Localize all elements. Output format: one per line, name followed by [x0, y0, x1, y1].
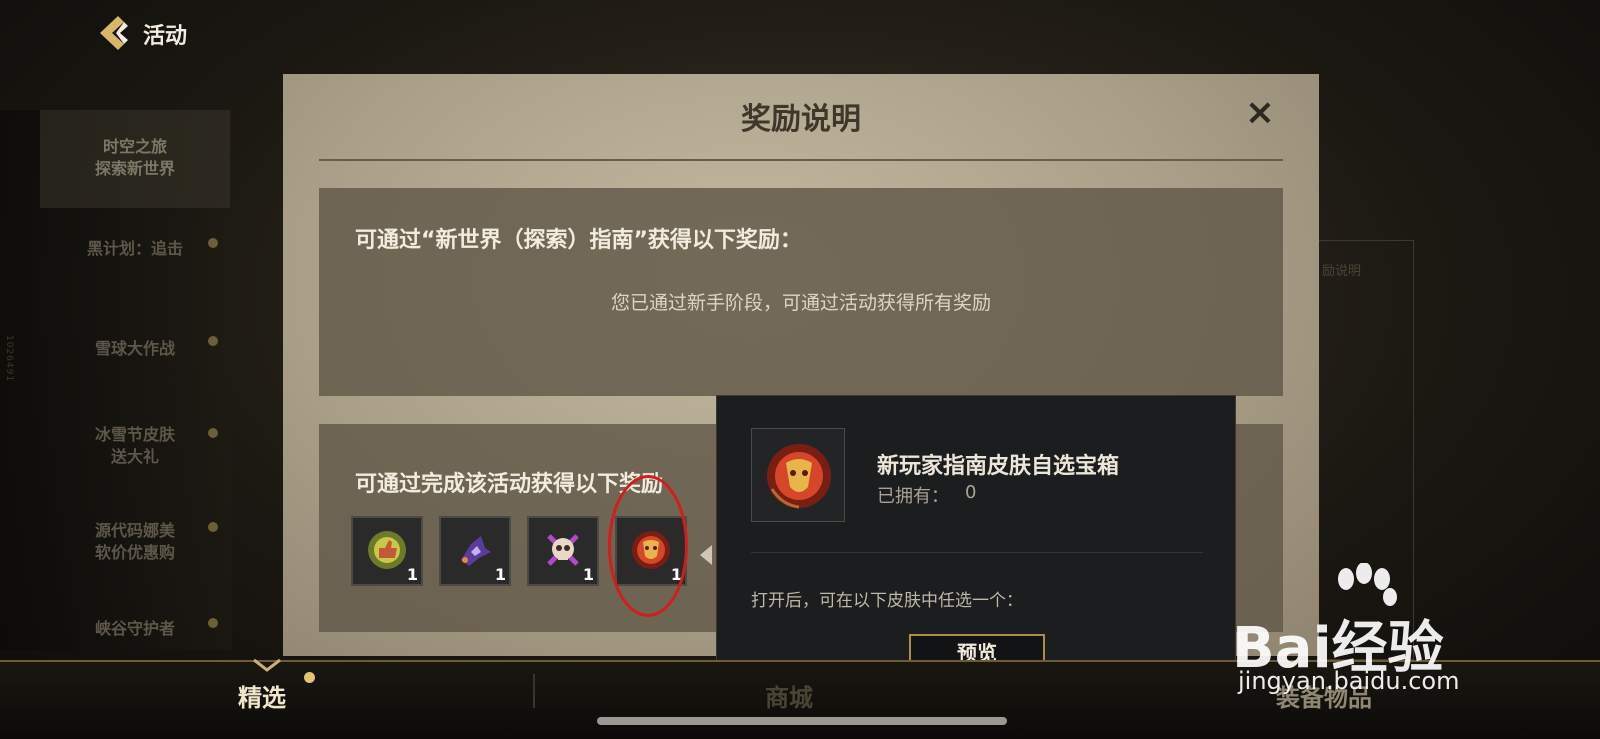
item-name: 新玩家指南皮肤自选宝箱	[877, 454, 1120, 479]
active-tab-chevron-icon	[253, 658, 281, 672]
sidebar-item-nami-discount[interactable]: 源代码娜美 软价优惠购	[40, 520, 230, 564]
home-indicator[interactable]	[597, 717, 1007, 725]
background-label: 励说明	[1322, 264, 1362, 279]
owned-count: 0	[965, 482, 977, 503]
reward-item[interactable]: 1	[527, 516, 599, 586]
reward-item[interactable]: 1	[351, 516, 423, 586]
reward-quantity: 1	[406, 565, 418, 584]
version-code: 1026491	[4, 335, 14, 383]
sidebar-item-label: 冰雪节皮肤 送大礼	[94, 425, 175, 466]
item-description: 打开后，可在以下皮肤中任选一个：	[751, 591, 1023, 611]
baidu-watermark: Bai经验 jingyan.baidu.com	[1232, 563, 1550, 703]
section-heading: 可通过完成该活动获得以下奖励	[355, 472, 664, 497]
notification-dot	[208, 336, 218, 346]
title-divider	[319, 159, 1283, 161]
reward-quantity: 1	[582, 565, 594, 584]
section-heading: 可通过“新世界（探索）指南”获得以下奖励：	[355, 228, 802, 253]
notification-dot	[208, 522, 218, 532]
sidebar-item-label: 峡谷守护者	[94, 619, 175, 638]
thumbs-up-emote-icon	[368, 531, 406, 569]
reward-item[interactable]: 1	[439, 516, 511, 586]
sidebar-item-black-plan[interactable]: 黑计划：追击	[40, 238, 230, 260]
sidebar-item-snowball[interactable]: 雪球大作战	[40, 338, 230, 360]
dragon-ward-icon	[461, 536, 491, 566]
tab-featured[interactable]: 精选	[238, 678, 286, 713]
activity-sidebar: 时空之旅 探索新世界 黑计划：追击 雪球大作战 冰雪节皮肤 送大礼 源代码娜美 …	[0, 110, 232, 650]
close-button[interactable]: ×	[1243, 95, 1277, 131]
reward-quantity: 1	[494, 565, 506, 584]
sidebar-item-canyon-guardian[interactable]: 峡谷守护者	[40, 618, 230, 640]
watermark-url: jingyan.baidu.com	[1238, 667, 1460, 695]
section-note: 您已通过新手阶段，可通过活动获得所有奖励	[610, 292, 991, 314]
sidebar-item-label: 黑计划：追击	[86, 239, 183, 258]
guide-reward-section: 可通过“新世界（探索）指南”获得以下奖励： 您已通过新手阶段，可通过活动获得所有…	[319, 188, 1283, 396]
notification-dot	[208, 428, 218, 438]
owned-label: 已拥有：	[877, 486, 949, 507]
popup-divider	[751, 552, 1203, 553]
skin-chest-icon	[767, 444, 831, 509]
modal-title: 奖励说明	[741, 102, 861, 137]
notification-dot	[208, 618, 218, 628]
item-icon-frame	[751, 428, 845, 522]
notification-dot	[208, 238, 218, 248]
notification-dot	[304, 672, 315, 683]
page-title: 活动	[143, 24, 188, 49]
top-bar: 活动	[0, 0, 1600, 70]
sidebar-item-label: 雪球大作战	[94, 339, 175, 358]
skull-emblem-icon	[545, 532, 581, 568]
back-button[interactable]	[96, 14, 132, 52]
sidebar-item-ice-festival[interactable]: 冰雪节皮肤 送大礼	[40, 424, 230, 468]
back-arrow-icon	[100, 16, 128, 50]
tab-separator	[533, 674, 535, 708]
sidebar-item-time-travel[interactable]: 时空之旅 探索新世界	[40, 110, 230, 208]
popup-pointer	[700, 545, 712, 565]
sidebar-item-label: 时空之旅 探索新世界	[94, 137, 175, 178]
tab-shop[interactable]: 商城	[765, 678, 813, 713]
highlight-annotation-circle	[608, 475, 688, 617]
close-icon: ×	[1244, 92, 1276, 133]
sidebar-item-label: 源代码娜美 软价优惠购	[94, 521, 175, 562]
